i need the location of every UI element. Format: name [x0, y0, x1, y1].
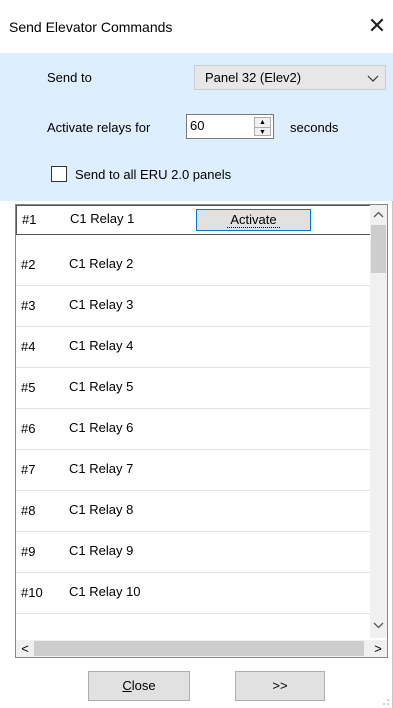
close-window-icon[interactable]: ✕: [364, 11, 390, 41]
spin-up-icon[interactable]: ▲: [255, 118, 270, 127]
activate-relays-label: Activate relays for: [47, 120, 151, 135]
horizontal-scroll-thumb[interactable]: [34, 641, 364, 656]
relay-row[interactable]: #10 C1 Relay 10: [16, 573, 371, 614]
duration-spinner[interactable]: 60 ▲ ▼: [186, 114, 274, 139]
relay-number: #7: [21, 462, 36, 477]
relay-list: #1 C1 Relay 1 Activate #2 C1 Relay 2 #3 C1 Rel…: [15, 204, 388, 658]
relay-row[interactable]: #5 C1 Relay 5: [16, 368, 371, 409]
relay-row[interactable]: #2 C1 Relay 2: [16, 245, 371, 286]
relay-name: C1 Relay 2: [69, 256, 134, 271]
relay-name: C1 Relay 9: [69, 543, 134, 558]
relay-row[interactable]: #7 C1 Relay 7: [16, 450, 371, 491]
relay-name: C1 Relay 3: [69, 297, 134, 312]
relay-number: #2: [21, 257, 36, 272]
options-panel: Send to Panel 32 (Elev2) Activate relays…: [0, 53, 393, 201]
relay-row[interactable]: #3 C1 Relay 3: [16, 286, 371, 327]
send-to-all-label[interactable]: Send to all ERU 2.0 panels: [75, 167, 231, 182]
activate-button-label: Activate: [227, 212, 280, 228]
close-button-mnemonic: C: [122, 678, 132, 693]
relay-row[interactable]: #6 C1 Relay 6: [16, 409, 371, 450]
duration-value[interactable]: 60: [190, 118, 204, 133]
relay-row[interactable]: #8 C1 Relay 8: [16, 491, 371, 532]
close-button[interactable]: Close: [88, 671, 190, 701]
resize-grip-icon[interactable]: [380, 696, 390, 706]
relay-number: #9: [21, 544, 36, 559]
send-elevator-commands-dialog: Send Elevator Commands ✕ Send to Panel 3…: [0, 0, 393, 708]
send-to-label: Send to: [47, 70, 92, 85]
relay-number: #5: [21, 380, 36, 395]
send-to-dropdown[interactable]: Panel 32 (Elev2): [194, 65, 386, 90]
relay-name: C1 Relay 5: [69, 379, 134, 394]
relay-row[interactable]: #1 C1 Relay 1 Activate: [16, 205, 371, 235]
relay-row[interactable]: #4 C1 Relay 4: [16, 327, 371, 368]
spinner-buttons: ▲ ▼: [254, 117, 271, 136]
scroll-right-icon[interactable]: >: [371, 640, 385, 657]
spin-down-icon[interactable]: ▼: [255, 127, 270, 136]
relay-number: #3: [21, 298, 36, 313]
next-button-label: >>: [272, 678, 288, 693]
relay-number: #10: [21, 585, 43, 600]
relay-number: #6: [21, 421, 36, 436]
relay-rows: #1 C1 Relay 1 Activate #2 C1 Relay 2 #3 C1 Rel…: [16, 205, 371, 614]
relay-name: C1 Relay 4: [69, 338, 134, 353]
chevron-down-icon: [367, 75, 379, 82]
title-bar: Send Elevator Commands ✕: [0, 0, 393, 53]
vertical-scroll-thumb[interactable]: [371, 225, 386, 273]
relay-name: C1 Relay 10: [69, 584, 141, 599]
close-button-label: lose: [131, 678, 156, 693]
scroll-down-icon[interactable]: [370, 619, 387, 631]
relay-name: C1 Relay 7: [69, 461, 134, 476]
scroll-up-icon[interactable]: [370, 209, 387, 221]
scroll-left-icon[interactable]: <: [18, 640, 32, 657]
relay-name: C1 Relay 1: [70, 211, 135, 226]
seconds-label: seconds: [290, 120, 339, 135]
relay-name: C1 Relay 8: [69, 502, 134, 517]
window-title: Send Elevator Commands: [9, 19, 173, 35]
relay-number: #8: [21, 503, 36, 518]
relay-number: #1: [22, 212, 37, 227]
vertical-scrollbar[interactable]: [370, 205, 387, 638]
relay-number: #4: [21, 339, 36, 354]
send-to-selected-value: Panel 32 (Elev2): [205, 70, 302, 85]
next-button[interactable]: >>: [235, 671, 325, 701]
relay-row[interactable]: #9 C1 Relay 9: [16, 532, 371, 573]
horizontal-scrollbar[interactable]: < >: [16, 640, 387, 657]
relay-name: C1 Relay 6: [69, 420, 134, 435]
activate-button[interactable]: Activate: [196, 209, 311, 231]
send-to-all-checkbox[interactable]: [51, 166, 67, 182]
